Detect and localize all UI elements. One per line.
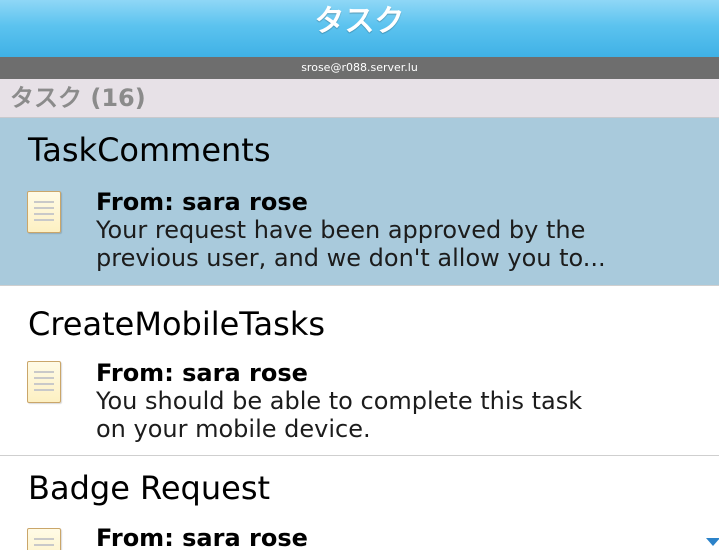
scroll-down-arrow-icon[interactable] xyxy=(706,538,719,546)
title-bar: タスク xyxy=(0,0,719,57)
task-sender: From: sara rose xyxy=(96,188,308,216)
task-list-screen: タスク srose@r088.server.lu タスク (16) TaskCo… xyxy=(0,0,719,550)
task-title: CreateMobileTasks xyxy=(28,305,326,343)
task-description-line-1: Your request have been approved by the xyxy=(96,216,586,244)
task-item-taskcomments[interactable]: TaskComments From: sara rose Your reques… xyxy=(0,118,719,286)
task-description-line-2: on your mobile device. xyxy=(96,415,371,443)
task-description-line-1: You should be able to complete this task xyxy=(96,387,583,415)
task-title: Badge Request xyxy=(28,469,271,507)
task-title: TaskComments xyxy=(28,131,271,169)
account-label: srose@r088.server.lu xyxy=(0,57,719,79)
task-item-createmobiletasks[interactable]: CreateMobileTasks From: sara rose You sh… xyxy=(0,286,719,456)
document-icon xyxy=(27,361,61,403)
task-item-badge-request[interactable]: Badge Request From: sara rose xyxy=(0,456,719,550)
section-label: タスク (16) xyxy=(10,84,146,112)
section-header: タスク (16) xyxy=(0,79,719,118)
document-icon xyxy=(27,528,61,550)
screen-title: タスク xyxy=(314,4,405,39)
task-description-line-2: previous user, and we don't allow you to… xyxy=(96,244,606,272)
task-sender: From: sara rose xyxy=(96,524,308,550)
document-icon xyxy=(27,191,61,233)
task-sender: From: sara rose xyxy=(96,359,308,387)
